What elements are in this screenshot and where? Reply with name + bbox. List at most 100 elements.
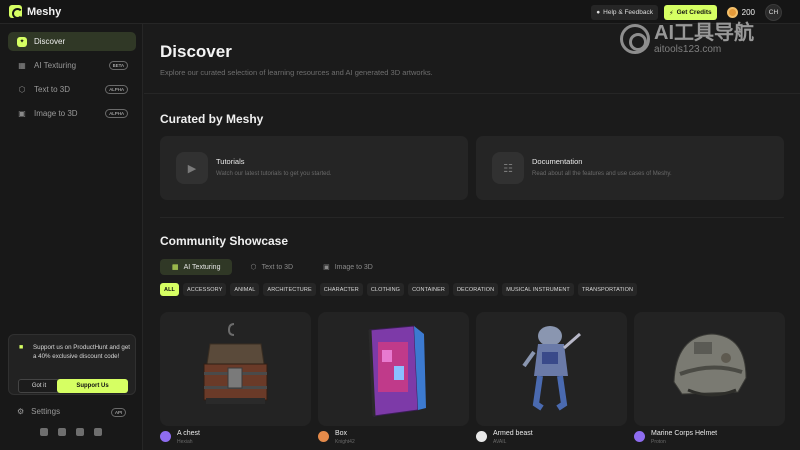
avatar [318,431,329,442]
filter-musical-instrument[interactable]: MUSICAL INSTRUMENT [502,283,574,296]
document-icon: ☷ [492,152,524,184]
model-card-chest[interactable] [160,312,311,426]
armed-beast-model-image [522,326,581,411]
filter-accessory[interactable]: ACCESSORY [183,283,227,296]
avatar [476,431,487,442]
twitter-icon[interactable] [40,428,48,436]
instagram-icon[interactable] [94,428,102,436]
user-avatar[interactable]: CH [765,4,782,21]
model-meta: Armed beast AVAIL [476,430,533,445]
model-name[interactable]: Armed beast [493,430,533,437]
coin-icon [726,7,738,18]
help-feedback-button[interactable]: ● Help & Feedback [591,5,659,20]
showcase-heading: Community Showcase [160,234,289,248]
filter-decoration[interactable]: DECORATION [452,283,499,296]
top-bar: Meshy ● Help & Feedback ⚡ Get Credits 20… [0,0,800,24]
sidebar-item-discover[interactable]: ✦ Discover [8,32,136,51]
filter-container[interactable]: CONTAINER [408,283,449,296]
divider [160,217,784,218]
page-subtitle: Explore our curated selection of learnin… [160,68,433,77]
got-it-button[interactable]: Got it [18,379,60,393]
get-credits-button[interactable]: ⚡ Get Credits [664,5,717,20]
youtube-icon[interactable] [76,428,84,436]
tab-image-to-3d[interactable]: ▣ Image to 3D [311,259,385,275]
filter-clothing[interactable]: CLOTHING [366,283,405,296]
sidebar-item-label: Image to 3D [34,109,78,118]
tab-text-to-3d[interactable]: ⬡ Text to 3D [238,259,305,275]
image-icon: ▣ [323,264,330,271]
filter-animal[interactable]: ANIMAL [230,283,260,296]
support-us-button[interactable]: Support Us [57,379,128,393]
promo-text: Support us on ProductHunt and get a 40% … [33,344,131,360]
discord-icon[interactable] [58,428,66,436]
image-icon: ▣ [18,109,26,118]
sidebar-item-ai-texturing[interactable]: ▦ AI Texturing BETA [8,56,136,75]
model-card-marine-helmet[interactable] [634,312,785,426]
lightbulb-icon: ● [596,9,601,16]
get-credits-label: Get Credits [676,9,712,16]
sidebar-item-label: Discover [34,37,66,46]
model-meta: Box Knight42 [318,430,355,445]
promo-card: ■ Support us on ProductHunt and get a 40… [8,334,136,395]
filter-architecture[interactable]: ARCHITECTURE [263,283,316,296]
cube-icon: ⬡ [18,85,26,94]
tab-label: AI Texturing [183,263,221,271]
divider [144,93,800,94]
box-model-image [368,325,426,417]
sidebar-item-label: Text to 3D [34,85,71,94]
model-meta: A chest Hexiah [160,430,200,445]
card-description: Read about all the features and use case… [532,171,672,177]
youtube-icon: ▶ [176,152,208,184]
cube-icon: ⬡ [250,264,257,271]
model-card-armed-beast[interactable] [476,312,627,426]
avatar [160,431,171,442]
tutorials-card[interactable]: ▶ Tutorials Watch our latest tutorials t… [160,136,468,200]
lightning-icon: ⚡ [669,9,674,17]
model-name[interactable]: Box [335,430,355,437]
helmet-model-image [673,333,747,397]
category-filters: ALL ACCESSORY ANIMAL ARCHITECTURE CHARAC… [160,283,638,296]
beta-badge: BETA [108,61,128,70]
tab-label: Image to 3D [334,263,373,271]
model-name[interactable]: Marine Corps Helmet [651,430,717,437]
card-title: Tutorials [216,157,245,166]
filter-all[interactable]: ALL [160,283,179,296]
texture-icon: ▦ [18,61,26,70]
app-logo[interactable]: Meshy [9,5,61,19]
model-author: Hexiah [177,439,193,445]
credit-balance[interactable]: 200 [726,7,755,18]
settings-link[interactable]: ⚙ Settings [17,407,60,416]
model-author: Knight42 [335,439,355,445]
tab-label: Text to 3D [261,263,294,271]
documentation-card[interactable]: ☷ Documentation Read about all the featu… [476,136,784,200]
filter-transportation[interactable]: TRANSPORTATION [577,283,638,296]
card-description: Watch our latest tutorials to get you st… [216,171,332,177]
sidebar-item-text-to-3d[interactable]: ⬡ Text to 3D ALPHA [8,80,136,99]
alpha-badge: ALPHA [105,109,128,118]
alpha-badge: ALPHA [105,85,128,94]
social-links [40,428,102,436]
watermark-logo-icon [620,23,650,54]
tab-ai-texturing[interactable]: ▦ AI Texturing [160,259,233,275]
sidebar-item-label: AI Texturing [34,61,77,70]
curated-heading: Curated by Meshy [160,112,264,126]
watermark-title: AI工具导航 [654,22,754,44]
page-title: Discover [160,42,232,61]
chest-model-image [203,323,268,404]
model-author: Proton [651,439,666,445]
compass-icon: ✦ [17,36,27,47]
settings-label: Settings [31,407,61,416]
texture-icon: ▦ [172,264,179,271]
sidebar: ✦ Discover ▦ AI Texturing BETA ⬡ Text to… [0,24,143,450]
watermark-subtitle: aitools123.com [654,44,722,55]
model-name[interactable]: A chest [177,430,200,437]
model-author: AVAIL [493,439,507,445]
gift-icon: ■ [19,344,24,351]
sidebar-item-image-to-3d[interactable]: ▣ Image to 3D ALPHA [8,104,136,123]
meshy-logo-icon [9,5,23,19]
model-card-box[interactable] [318,312,469,426]
filter-character[interactable]: CHARACTER [319,283,363,296]
avatar [634,431,645,442]
gear-icon: ⚙ [17,407,25,416]
help-feedback-label: Help & Feedback [603,9,654,16]
